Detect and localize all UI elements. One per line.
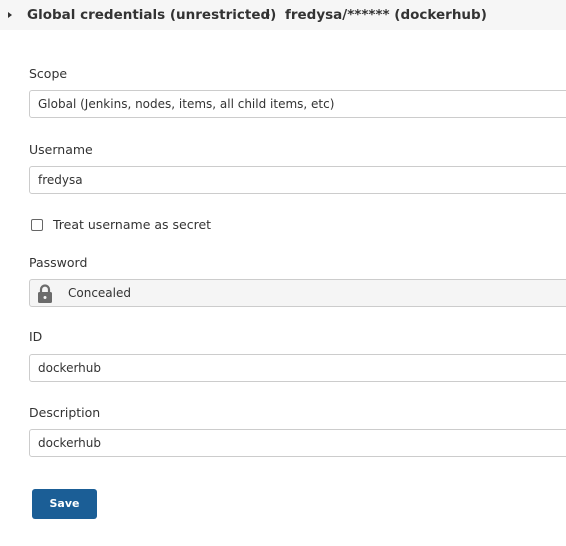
scope-select[interactable]: Global (Jenkins, nodes, items, all child… <box>29 90 566 118</box>
chevron-right-icon <box>266 12 270 18</box>
id-label: ID <box>29 329 43 344</box>
breadcrumb-item-global-credentials[interactable]: Global credentials (unrestricted) <box>8 7 276 23</box>
chevron-right-icon <box>8 12 12 18</box>
description-input[interactable]: dockerhub <box>29 429 566 457</box>
scope-label: Scope <box>29 66 68 81</box>
username-label: Username <box>29 142 93 157</box>
password-label: Password <box>29 255 88 270</box>
treat-username-secret-row: Treat username as secret <box>31 217 211 232</box>
id-input[interactable]: dockerhub <box>29 354 566 382</box>
treat-username-secret-label: Treat username as secret <box>53 217 212 232</box>
password-field[interactable]: Concealed <box>29 279 566 307</box>
breadcrumb-item-credential[interactable]: fredysa/****** (dockerhub) <box>266 7 487 23</box>
breadcrumb-label: fredysa/****** (dockerhub) <box>285 7 487 23</box>
save-button[interactable]: Save <box>32 489 97 519</box>
treat-username-secret-checkbox[interactable] <box>31 218 43 231</box>
lock-icon <box>38 284 52 303</box>
breadcrumb: Global credentials (unrestricted) fredys… <box>0 0 566 30</box>
breadcrumb-label: Global credentials (unrestricted) <box>27 7 277 23</box>
password-concealed-text: Concealed <box>68 286 131 300</box>
username-input[interactable]: fredysa <box>29 166 566 194</box>
description-label: Description <box>29 405 101 420</box>
